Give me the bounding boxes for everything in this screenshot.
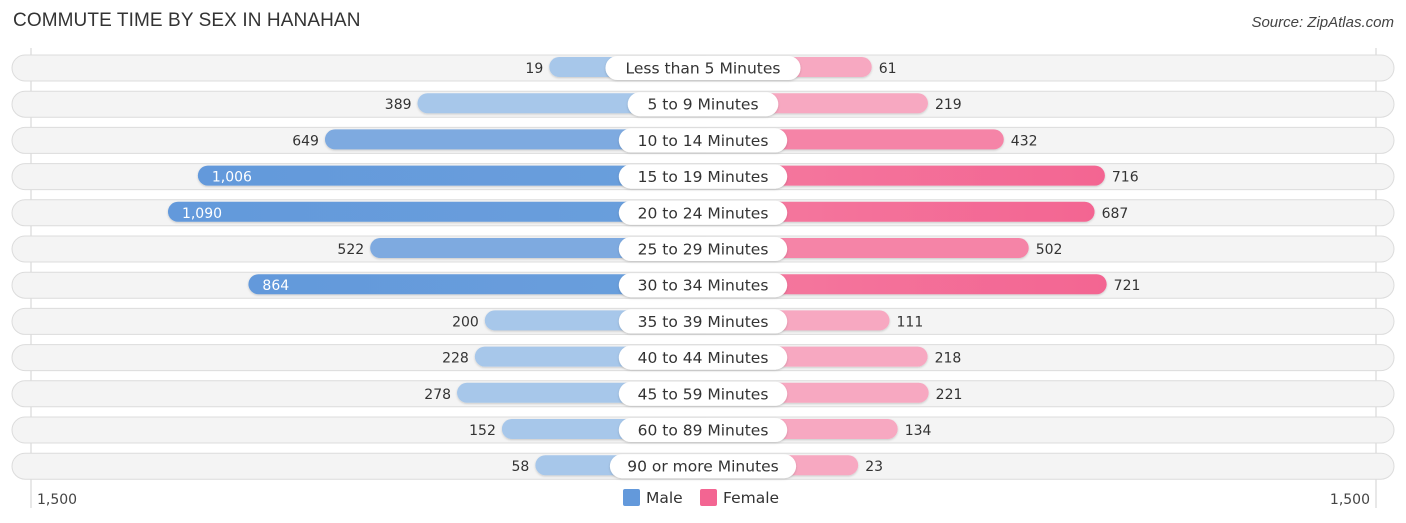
category-label: 90 or more Minutes [627, 458, 779, 476]
bar-row: 30 to 34 Minutes 864 721 [11, 271, 1395, 299]
category-label: Less than 5 Minutes [626, 60, 781, 78]
axis-tick-right: 1,500 [1330, 492, 1370, 508]
legend-swatch-female [700, 489, 717, 506]
value-label-female: 219 [935, 97, 962, 113]
category-label: 60 to 89 Minutes [638, 422, 769, 440]
value-label-male: 19 [525, 61, 543, 77]
value-label-male: 200 [452, 314, 479, 330]
value-label-male: 228 [442, 351, 469, 367]
axis-tick-left: 1,500 [37, 492, 77, 508]
value-label-male: 864 [262, 278, 289, 294]
value-label-female: 716 [1112, 170, 1139, 186]
value-label-male: 522 [337, 242, 364, 258]
legend-label-female: Female [723, 489, 779, 507]
bar-rows: Less than 5 Minutes 19 61 5 to 9 Minutes 389… [11, 54, 1395, 480]
value-label-male: 58 [512, 459, 530, 475]
bar-row: 90 or more Minutes 58 23 [11, 452, 1395, 480]
value-label-male: 1,006 [212, 170, 252, 186]
legend-label-male: Male [646, 489, 683, 507]
value-label-female: 502 [1036, 242, 1063, 258]
category-label: 20 to 24 Minutes [638, 204, 769, 222]
value-label-female: 218 [935, 351, 962, 367]
bar-row: 20 to 24 Minutes 1,090 687 [11, 199, 1395, 227]
category-label: 30 to 34 Minutes [638, 277, 769, 295]
bar-row: 25 to 29 Minutes 522 502 [11, 235, 1395, 263]
bar-row: 10 to 14 Minutes 649 432 [11, 126, 1395, 154]
value-label-male: 278 [424, 387, 451, 403]
bar-row: 35 to 39 Minutes 200 111 [11, 307, 1395, 335]
value-label-female: 721 [1114, 278, 1141, 294]
value-label-female: 61 [879, 61, 897, 77]
value-label-male: 152 [469, 423, 496, 439]
value-label-female: 111 [897, 314, 924, 330]
legend: Male Female [623, 489, 779, 507]
category-label: 10 to 14 Minutes [638, 132, 769, 150]
category-label: 5 to 9 Minutes [647, 96, 758, 114]
bar-row: 40 to 44 Minutes 228 218 [11, 344, 1395, 372]
value-label-male: 389 [385, 97, 412, 113]
bar-row: 5 to 9 Minutes 389 219 [11, 90, 1395, 118]
value-label-female: 134 [905, 423, 932, 439]
category-label: 40 to 44 Minutes [638, 349, 769, 367]
bar-row: 60 to 89 Minutes 152 134 [11, 416, 1395, 444]
value-label-female: 221 [936, 387, 963, 403]
category-label: 15 to 19 Minutes [638, 168, 769, 186]
category-label: 35 to 39 Minutes [638, 313, 769, 331]
value-label-male: 1,090 [182, 206, 222, 222]
bar-row: Less than 5 Minutes 19 61 [11, 54, 1395, 82]
value-label-female: 23 [865, 459, 883, 475]
legend-swatch-male [623, 489, 640, 506]
bar-row: 15 to 19 Minutes 1,006 716 [11, 163, 1395, 191]
value-label-female: 687 [1102, 206, 1129, 222]
bar-row: 45 to 59 Minutes 278 221 [11, 380, 1395, 408]
chart: Less than 5 Minutes 19 61 5 to 9 Minutes 389… [11, 48, 1395, 508]
category-label: 45 to 59 Minutes [638, 385, 769, 403]
category-label: 25 to 29 Minutes [638, 241, 769, 259]
value-label-female: 432 [1011, 133, 1038, 149]
value-label-male: 649 [292, 133, 319, 149]
